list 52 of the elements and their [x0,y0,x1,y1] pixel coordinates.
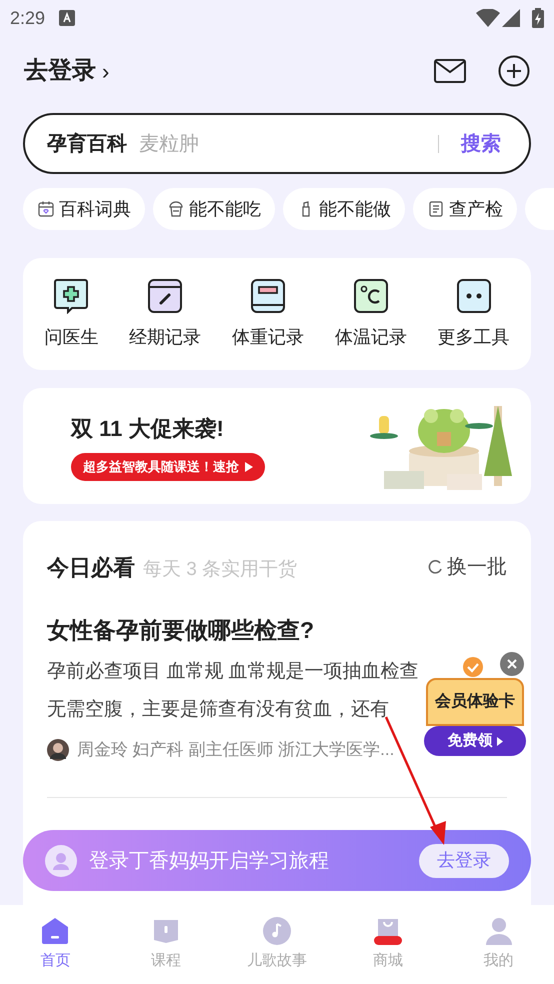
tool-button[interactable]: 体重记录 [232,278,304,350]
close-icon [507,659,517,669]
avatar-icon [47,738,69,761]
tool-button[interactable]: 问医生 [44,278,98,350]
cup-icon [167,200,185,218]
chevron-text: › [102,58,110,86]
refresh-icon [427,559,443,575]
tool-button[interactable]: 更多工具 [438,278,510,350]
promo-cta-button[interactable]: 超多益智教具随课送！速抢 [71,452,265,480]
signal-icon [502,9,520,27]
search-input[interactable]: 麦粒肿 [139,128,438,158]
shortcut-chip[interactable]: 查产检 [413,188,517,230]
nav-tab[interactable]: 首页 [5,916,106,973]
shopping-bag-icon [372,916,403,946]
article-excerpt: 无需空腹，主要是筛查有没有贫血，还有 [47,698,389,722]
search-field[interactable]: 孕育百科 麦粒肿 搜索 [23,113,531,174]
promo-banner[interactable]: 双 11 大促来袭! 超多益智教具随课送！速抢 [23,388,531,504]
home-icon [40,916,70,946]
shortcut-chip[interactable]: 百科词典 [23,188,145,230]
mail-icon [434,59,466,83]
document-icon [427,200,445,218]
promo-title: 双 11 大促来袭! [71,414,225,442]
wifi-icon [476,9,500,27]
member-card[interactable]: 会员体验卡 [426,678,524,726]
login-link[interactable]: 去登录 › [24,53,110,89]
search-brand: 孕育百科 [47,131,127,156]
tool-button[interactable]: 经期记录 [129,278,202,350]
person-icon [484,916,514,946]
shortcut-chip[interactable]: 能不能做 [283,188,405,230]
add-button[interactable] [498,55,530,87]
plus-icon [498,55,530,87]
login-prompt: 登录丁香妈妈开启学习旅程 [89,848,330,874]
tool-button[interactable]: 体温记录 [334,278,407,350]
section-subtitle: 每天 3 条实用干货 [143,558,298,582]
claim-button[interactable]: 免费领 [424,726,526,756]
play-icon [245,462,253,472]
article-title[interactable]: 女性备孕前要做哪些检查? [47,612,507,647]
play-icon [496,736,502,746]
battery-icon [532,8,544,28]
member-card-title: 会员体验卡 [435,692,515,712]
refresh-button[interactable]: 换一批 [427,552,507,582]
search-button[interactable]: 搜索 [461,128,507,158]
avatar-icon [45,844,77,876]
mail-button[interactable] [434,59,466,83]
shortcut-chip[interactable]: 能不能吃 [153,188,275,230]
article-author: 周金玲 妇产科 副主任医师 浙江大学医学... [77,739,394,761]
article-excerpt: 孕前必查项目 血常规 血常规是一项抽血检查 [47,660,419,684]
section-title: 今日必看 [47,554,135,582]
status-time: 2:29 [10,6,46,30]
music-note-icon [262,916,292,946]
calendar-icon [37,200,55,218]
keyboard-indicator-icon [59,10,76,26]
